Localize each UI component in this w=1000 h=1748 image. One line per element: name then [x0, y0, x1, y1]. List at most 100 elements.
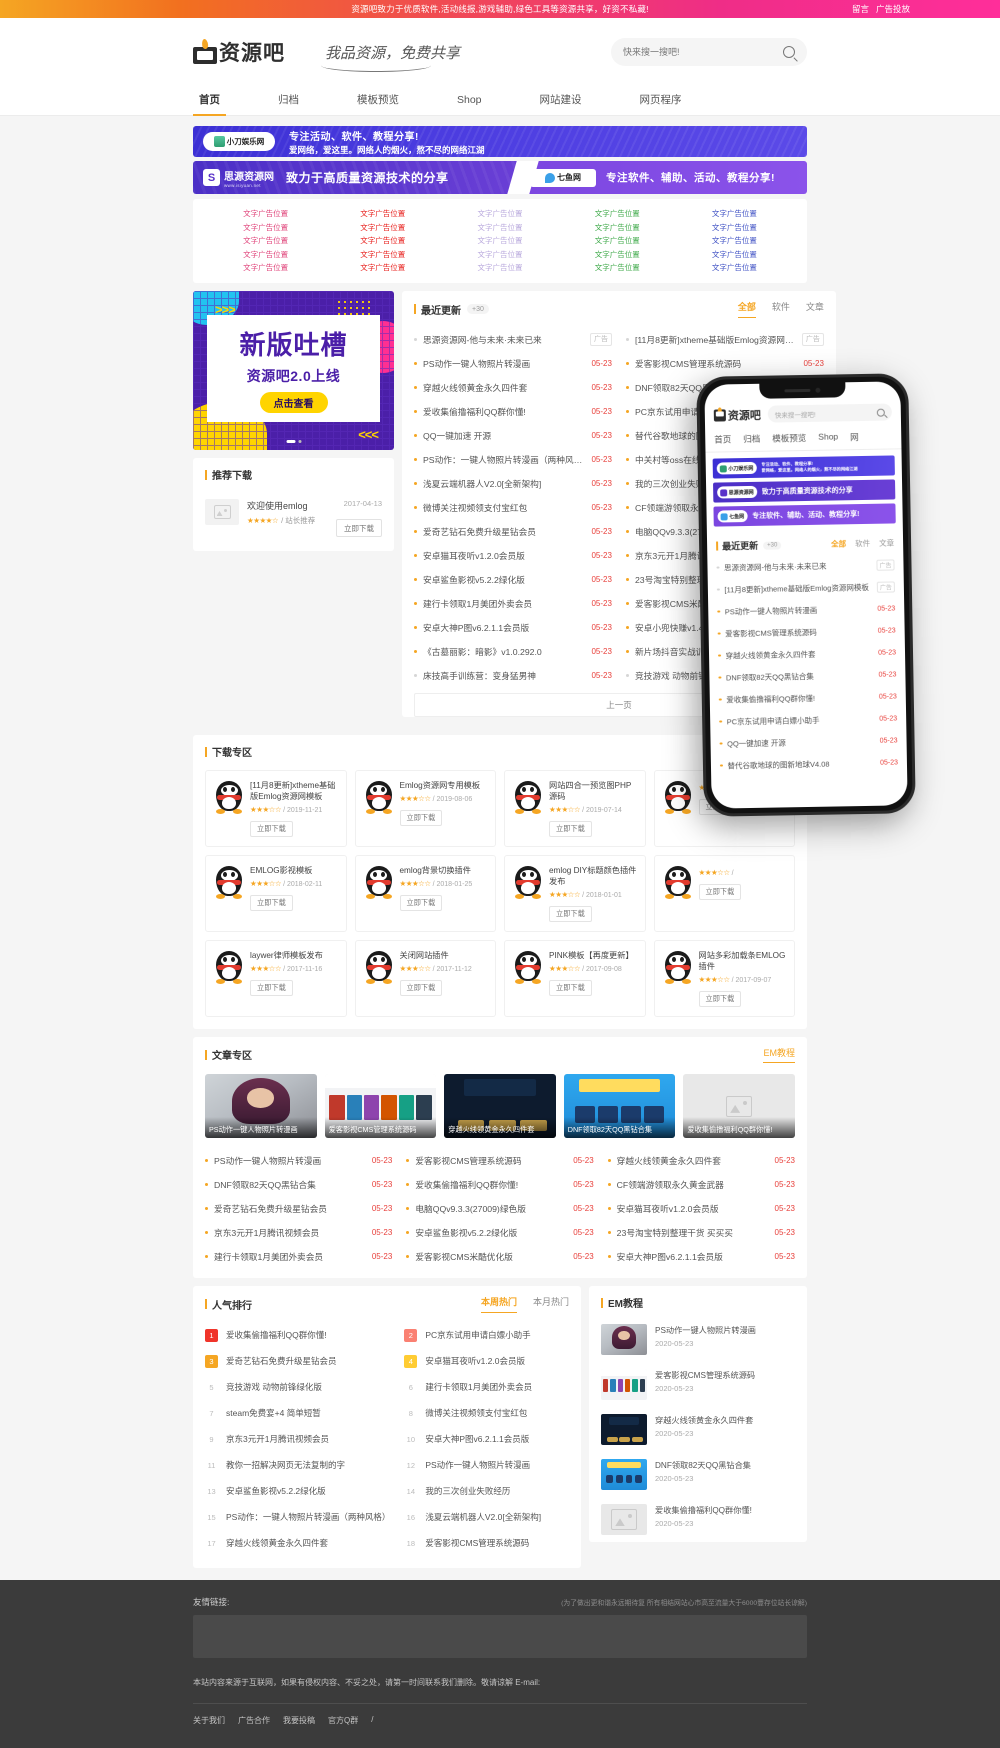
- download-button[interactable]: 立即下载: [250, 821, 293, 838]
- recent-list-item[interactable]: 爱奇艺钻石免费升级星钻会员 05-23: [414, 519, 612, 543]
- text-ad-link[interactable]: 文字广告位置: [478, 235, 523, 246]
- recent-list-item[interactable]: 微博关注视频领支付宝红包 05-23: [414, 495, 612, 519]
- phone-nav-item-1[interactable]: 归档: [743, 433, 760, 445]
- phone-list-item[interactable]: DNF领取82天QQ黑钻合集 05-23: [718, 663, 896, 688]
- phone-list-item[interactable]: PS动作一键人物照片转漫画 05-23: [717, 597, 895, 622]
- footer-link-1[interactable]: 广告合作: [238, 1715, 270, 1726]
- recent-list-item[interactable]: 安卓大神P图v6.2.1.1会员版 05-23: [414, 615, 612, 639]
- rank-item[interactable]: 16 浅夏云端机器人V2.0[全新架构]: [404, 1504, 569, 1530]
- download-button[interactable]: 立即下载: [399, 810, 443, 827]
- phone-list-item[interactable]: 爱客影视CMS管理系统源码 05-23: [717, 619, 896, 644]
- rank-tab-0[interactable]: 本周热门: [480, 1295, 517, 1314]
- text-ad-link[interactable]: 文字广告位置: [360, 249, 405, 260]
- rank-item[interactable]: 10 安卓大神P图v6.2.1.1会员版: [404, 1426, 569, 1452]
- phone-nav-item-3[interactable]: Shop: [818, 431, 838, 443]
- banner-qiyu[interactable]: 七鱼网 专注软件、辅助、活动、教程分享!: [522, 161, 807, 194]
- download-card[interactable]: 网站四合一预览图PHP源码 ★★★☆☆ / 2019-07-14 立即下载: [504, 770, 646, 848]
- recent-list-item[interactable]: 浅夏云端机器人V2.0[全新架构] 05-23: [414, 471, 612, 495]
- text-ad-link[interactable]: 文字广告位置: [243, 222, 288, 233]
- article-list-item[interactable]: 爱奇艺钻石免费升级星钻会员 05-23: [205, 1196, 392, 1220]
- text-ad-link[interactable]: 文字广告位置: [712, 235, 757, 246]
- text-ad-link[interactable]: 文字广告位置: [712, 222, 757, 233]
- text-ad-link[interactable]: 文字广告位置: [360, 262, 405, 273]
- article-list-item[interactable]: 爱客影视CMS米酷优化版 05-23: [406, 1244, 594, 1268]
- recent-list-item[interactable]: [11月8更新]xtheme基础版Emlog资源网模板 广告: [625, 327, 824, 351]
- text-ad-link[interactable]: 文字广告位置: [243, 208, 288, 219]
- download-card[interactable]: EMLOG影视模板 ★★★☆☆ / 2018-02-11 立即下载: [205, 855, 347, 933]
- recent-list-item[interactable]: 床技高手训练营：变身猛男神 05-23: [414, 663, 612, 687]
- recent-list-item[interactable]: QQ一键加速 开源 05-23: [414, 423, 612, 447]
- footer-link-2[interactable]: 我要投稿: [283, 1715, 315, 1726]
- download-card[interactable]: emlog背景切换插件 ★★★☆☆ / 2018-01-25 立即下载: [354, 855, 496, 933]
- download-button[interactable]: 立即下载: [698, 991, 742, 1008]
- phone-list-item[interactable]: 替代谷歌地球的图新地球V4.08 05-23: [719, 751, 898, 776]
- text-ad-link[interactable]: 文字广告位置: [360, 222, 405, 233]
- article-thumb[interactable]: 爱收集偷撸福利QQ群你懂!: [683, 1074, 795, 1139]
- recent-list-item[interactable]: 《古墓丽影：暗影》v1.0.292.0 05-23: [414, 639, 612, 663]
- download-button[interactable]: 立即下载: [698, 884, 742, 901]
- text-ad-link[interactable]: 文字广告位置: [712, 208, 757, 219]
- phone-list-item[interactable]: [11月8更新]xtheme基础版Emlog资源网模板 广告: [716, 575, 895, 600]
- rank-item[interactable]: 17 穿越火线领黄金永久四件套: [205, 1530, 390, 1556]
- article-thumb[interactable]: 穿越火线领黄金永久四件套: [444, 1074, 556, 1139]
- article-list-item[interactable]: 安卓鲨鱼影视v5.2.2绿化版 05-23: [406, 1220, 594, 1244]
- article-list-item[interactable]: 爱客影视CMS管理系统源码 05-23: [406, 1148, 594, 1172]
- phone-list-item[interactable]: QQ一键加速 开源 05-23: [719, 729, 898, 754]
- em-tutorial-item[interactable]: 爱收集偷撸福利QQ群你懂! 2020-05-23: [589, 1497, 807, 1542]
- download-card[interactable]: Emlog资源网专用模板 ★★★☆☆ / 2019-08-06 立即下载: [354, 770, 496, 848]
- phone-banner-2[interactable]: 七鱼网 专注软件、辅助、活动、教程分享!: [713, 503, 896, 527]
- article-list-item[interactable]: 23号淘宝特别整理干货 买买买 05-23: [607, 1220, 795, 1244]
- em-tutorial-item[interactable]: PS动作一键人物照片转漫画 2020-05-23: [589, 1317, 807, 1362]
- footer-link-3[interactable]: 官方Q群: [328, 1715, 358, 1726]
- site-logo[interactable]: 资源吧: [193, 37, 285, 67]
- phone-list-item[interactable]: 思源资源网-他与未来·未来已来 广告: [716, 553, 895, 578]
- text-ad-link[interactable]: 文字广告位置: [595, 235, 640, 246]
- text-ad-link[interactable]: 文字广告位置: [360, 235, 405, 246]
- recent-list-item[interactable]: 爱客影视CMS管理系统源码 05-23: [625, 351, 824, 375]
- em-tutorial-item[interactable]: DNF领取82天QQ黑钻合集 2020-05-23: [589, 1452, 807, 1497]
- rank-item[interactable]: 6 建行卡领取1月美团外卖会员: [404, 1374, 569, 1400]
- rank-item[interactable]: 2 PC京东试用申请白嫖小助手: [404, 1322, 569, 1348]
- rank-item[interactable]: 8 微博关注视频领支付宝红包: [404, 1400, 569, 1426]
- text-ad-link[interactable]: 文字广告位置: [360, 208, 405, 219]
- nav-item-3[interactable]: Shop: [451, 86, 488, 116]
- phone-list-item[interactable]: 爱收集偷撸福利QQ群你懂! 05-23: [718, 685, 897, 710]
- article-list-item[interactable]: 安卓大神P图v6.2.1.1会员版 05-23: [607, 1244, 795, 1268]
- recommend-item[interactable]: 欢迎使用emlog ★★★★☆ / 站长推荐 2017-04-13 立即下载: [193, 489, 394, 551]
- phone-logo[interactable]: 资源吧: [713, 406, 761, 423]
- em-tutorial-item[interactable]: 爱客影视CMS管理系统源码 2020-05-23: [589, 1362, 807, 1407]
- recent-list-item[interactable]: PS动作一键人物照片转漫画 05-23: [414, 351, 612, 375]
- rank-item[interactable]: 7 steam免费宴+4 简单短暂: [205, 1400, 390, 1426]
- text-ad-link[interactable]: 文字广告位置: [243, 262, 288, 273]
- text-ad-link[interactable]: 文字广告位置: [478, 262, 523, 273]
- article-list-item[interactable]: 建行卡领取1月美团外卖会员 05-23: [205, 1244, 392, 1268]
- download-card[interactable]: PINK模板【再度更新】 ★★★☆☆ / 2017-09-08 立即下载: [504, 940, 646, 1018]
- footer-link-4[interactable]: /: [371, 1715, 373, 1726]
- recent-list-item[interactable]: 思源资源网-他与未来·未来已来 广告: [414, 327, 612, 351]
- recent-list-item[interactable]: PS动作：一键人物照片转漫画（两种风格） 05-23: [414, 447, 612, 471]
- phone-nav-item-4[interactable]: 网: [850, 431, 859, 443]
- promo-button[interactable]: 点击查看: [259, 391, 328, 413]
- download-button[interactable]: 立即下载: [399, 980, 443, 997]
- phone-tab-1[interactable]: 软件: [855, 538, 870, 549]
- text-ad-link[interactable]: 文字广告位置: [243, 235, 288, 246]
- text-ad-link[interactable]: 文字广告位置: [712, 262, 757, 273]
- phone-tab-0[interactable]: 全部: [831, 538, 846, 549]
- text-ad-link[interactable]: 文字广告位置: [595, 208, 640, 219]
- promo-pager[interactable]: [286, 440, 301, 443]
- recent-list-item[interactable]: 安卓猫耳夜听v1.2.0会员版 05-23: [414, 543, 612, 567]
- rank-item[interactable]: 13 安卓鲨鱼影视v5.2.2绿化版: [205, 1478, 390, 1504]
- phone-banner-0[interactable]: 小刀娱乐网 专注活动、软件、教程分享! 爱网络，爱这里。网络人的烟火，熬不尽的网络江…: [712, 455, 895, 479]
- article-zone-more-link[interactable]: EM教程: [763, 1046, 795, 1064]
- download-button[interactable]: 立即下载: [336, 519, 382, 537]
- ad-placement-link[interactable]: 广告投放: [876, 3, 910, 15]
- rank-item[interactable]: 3 爱奇艺钻石免费升级星钻会员: [205, 1348, 390, 1374]
- text-ad-link[interactable]: 文字广告位置: [243, 249, 288, 260]
- download-button[interactable]: 立即下载: [549, 980, 592, 997]
- phone-nav-item-0[interactable]: 首页: [714, 433, 731, 445]
- download-card[interactable]: [11月8更新]xtheme基础版Emlog资源网模板 ★★★☆☆ / 2019-…: [205, 770, 347, 848]
- rank-item[interactable]: 15 PS动作：一键人物照片转漫画（两种风格）: [205, 1504, 390, 1530]
- download-card[interactable]: emlog DIY标题颜色插件发布 ★★★☆☆ / 2018-01-01 立即下载: [504, 855, 646, 933]
- text-ad-link[interactable]: 文字广告位置: [595, 222, 640, 233]
- search-input[interactable]: [623, 47, 783, 57]
